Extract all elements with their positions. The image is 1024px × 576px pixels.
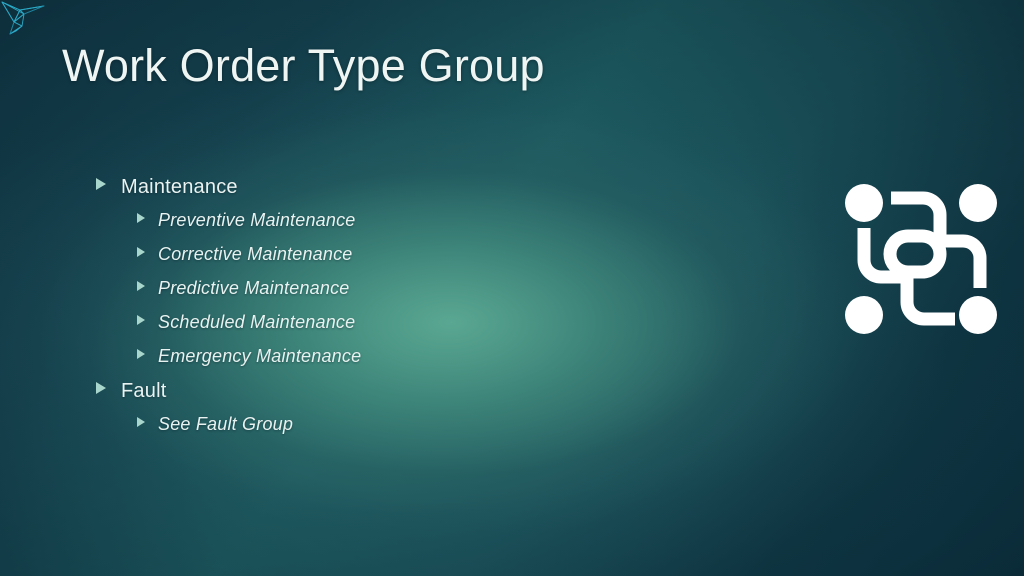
list-item: Corrective Maintenance (96, 244, 736, 278)
bullet-list: Maintenance Preventive Maintenance Corre… (96, 176, 736, 448)
slide-canvas: Work Order Type Group Maintenance Preven… (0, 0, 1024, 576)
page-title: Work Order Type Group (62, 40, 545, 91)
bullet-triangle-icon (96, 178, 106, 190)
list-item: Maintenance (96, 176, 736, 210)
list-item: Predictive Maintenance (96, 278, 736, 312)
list-item-label: Corrective Maintenance (158, 244, 353, 264)
list-item: Emergency Maintenance (96, 346, 736, 380)
list-item: Scheduled Maintenance (96, 312, 736, 346)
list-item: Fault (96, 380, 736, 414)
bullet-triangle-icon (137, 349, 145, 359)
bullet-triangle-icon (137, 281, 145, 291)
list-item-label: Scheduled Maintenance (158, 312, 356, 332)
bullet-triangle-icon (137, 315, 145, 325)
bullet-triangle-icon (137, 247, 145, 257)
bullet-triangle-icon (137, 417, 145, 427)
list-item-label: Preventive Maintenance (158, 210, 356, 230)
list-item: Preventive Maintenance (96, 210, 736, 244)
list-item-label: Fault (121, 380, 167, 402)
list-item-label: Maintenance (121, 176, 238, 198)
list-item: See Fault Group (96, 414, 736, 448)
list-item-label: Emergency Maintenance (158, 346, 362, 366)
list-item-label: See Fault Group (158, 414, 294, 434)
bullet-triangle-icon (96, 382, 106, 394)
list-item-label: Predictive Maintenance (158, 278, 350, 298)
network-nodes-icon (845, 184, 997, 334)
bullet-triangle-icon (137, 213, 145, 223)
origami-bird-logo (0, 0, 46, 36)
